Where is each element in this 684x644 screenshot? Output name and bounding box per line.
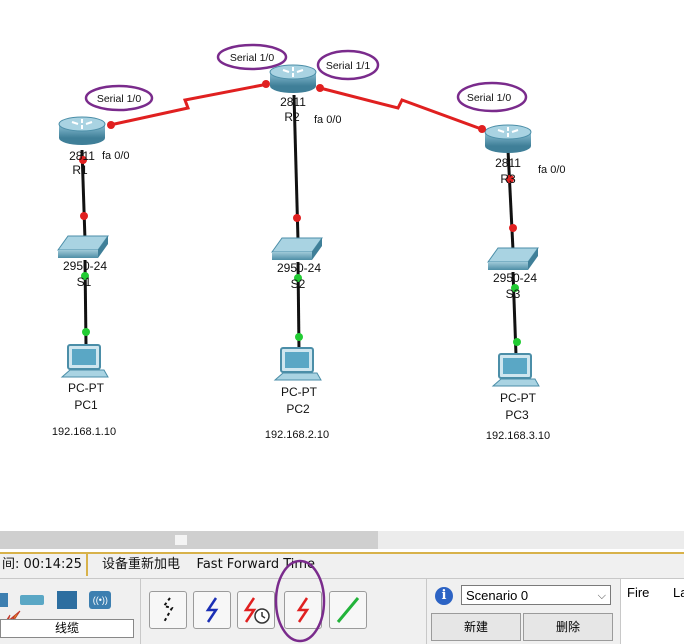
router-r3-name: R3	[500, 172, 516, 186]
console-cable-button[interactable]	[193, 591, 231, 629]
r1-fa-note: fa 0/0	[102, 150, 130, 162]
cable-type-panel	[140, 559, 421, 644]
pc1-ip-note: 192.168.1.10	[52, 426, 116, 438]
realtime-clock: 间: 00:14:25	[0, 554, 88, 576]
r3-serial-note: Serial 1/0	[467, 92, 512, 104]
scenario-panel: i Scenario 0 ⌵ 新建 删除	[426, 579, 617, 644]
router-r3[interactable]	[484, 124, 532, 153]
new-scenario-button[interactable]: 新建	[431, 613, 521, 641]
serial-dce-icon	[243, 597, 270, 624]
chevron-down-icon: ⌵	[597, 590, 606, 602]
scrollbar-grip[interactable]	[175, 535, 187, 545]
horizontal-scrollbar[interactable]	[0, 531, 684, 549]
crossover-cable-icon	[336, 597, 360, 623]
info-icon[interactable]: i	[435, 587, 453, 605]
realtime-status-bar: 间: 00:14:25 设备重新加电 Fast Forward Time	[0, 552, 684, 578]
switch-s2[interactable]	[271, 237, 323, 260]
device-type-panel: ((•)) 线缆	[0, 579, 136, 644]
power-cycle-devices-button[interactable]: 设备重新加电	[102, 557, 180, 572]
router-r2-model: 2811	[280, 95, 306, 109]
pdu-col-last-status[interactable]: La	[673, 585, 684, 600]
r2-serial0-note: Serial 1/0	[230, 52, 275, 64]
pc2-model: PC-PT	[281, 385, 318, 399]
switch-s3-model: 2950-24	[493, 271, 537, 285]
switch-s2-model: 2950-24	[277, 261, 321, 275]
pc-pc3[interactable]	[491, 353, 540, 387]
auto-connect-button[interactable]	[149, 591, 187, 629]
switch-s1[interactable]	[57, 235, 109, 258]
router-r1[interactable]	[58, 116, 106, 145]
network-topology-canvas[interactable]: 2811 R1 2811 R2 2811 R3 2950-24 S1 2950-…	[0, 0, 684, 530]
switch-s3[interactable]	[487, 247, 539, 270]
device-category-label: 线缆	[0, 619, 134, 638]
router-r3-model: 2811	[495, 156, 521, 170]
router-r1-name: R1	[72, 163, 88, 177]
pc-pc2[interactable]	[273, 347, 322, 381]
pc3-model: PC-PT	[500, 391, 537, 405]
console-cable-icon	[205, 597, 219, 623]
bottom-toolbar: ((•)) 线缆 i Scenario 0 ⌵ 新建 删除 Fire La	[0, 559, 684, 644]
pc2-name: PC2	[286, 402, 310, 416]
router-r2[interactable]	[269, 64, 317, 93]
serial-dce-button[interactable]	[237, 591, 275, 629]
r1-serial-note: Serial 1/0	[97, 93, 142, 105]
router-r1-model: 2811	[69, 149, 95, 163]
wireless-device-icon[interactable]	[0, 593, 8, 607]
pc-pc1[interactable]	[60, 344, 109, 378]
pdu-list-panel: Fire La	[620, 579, 684, 644]
pc2-ip-note: 192.168.2.10	[265, 429, 329, 441]
r2-serial1-note: Serial 1/1	[326, 60, 371, 72]
switch-s2-name: S2	[291, 277, 306, 291]
router-r2-name: R2	[284, 110, 300, 124]
crossover-cable-button[interactable]	[329, 591, 367, 629]
switch-s3-name: S3	[506, 287, 521, 301]
scrollbar-thumb[interactable]	[0, 531, 378, 549]
r2-fa-note: fa 0/0	[314, 114, 342, 126]
pc1-model: PC-PT	[68, 381, 105, 395]
r3-fa-note: fa 0/0	[538, 164, 566, 176]
hub-icon[interactable]	[20, 595, 45, 605]
scenario-select[interactable]: Scenario 0 ⌵	[461, 585, 611, 605]
pc3-name: PC3	[505, 408, 529, 422]
pc1-name: PC1	[74, 398, 98, 412]
annotation-ring-serial-dte	[274, 559, 326, 643]
pc3-ip-note: 192.168.3.10	[486, 430, 550, 442]
switch-s1-name: S1	[77, 275, 92, 289]
switch-s1-model: 2950-24	[63, 259, 107, 273]
wireless-icon[interactable]: ((•))	[89, 591, 112, 609]
switch-icon[interactable]	[56, 591, 77, 609]
auto-connect-icon	[162, 597, 174, 623]
delete-scenario-button[interactable]: 删除	[523, 613, 613, 641]
pdu-col-fire[interactable]: Fire	[627, 585, 649, 600]
scenario-selected-value: Scenario 0	[466, 588, 529, 603]
